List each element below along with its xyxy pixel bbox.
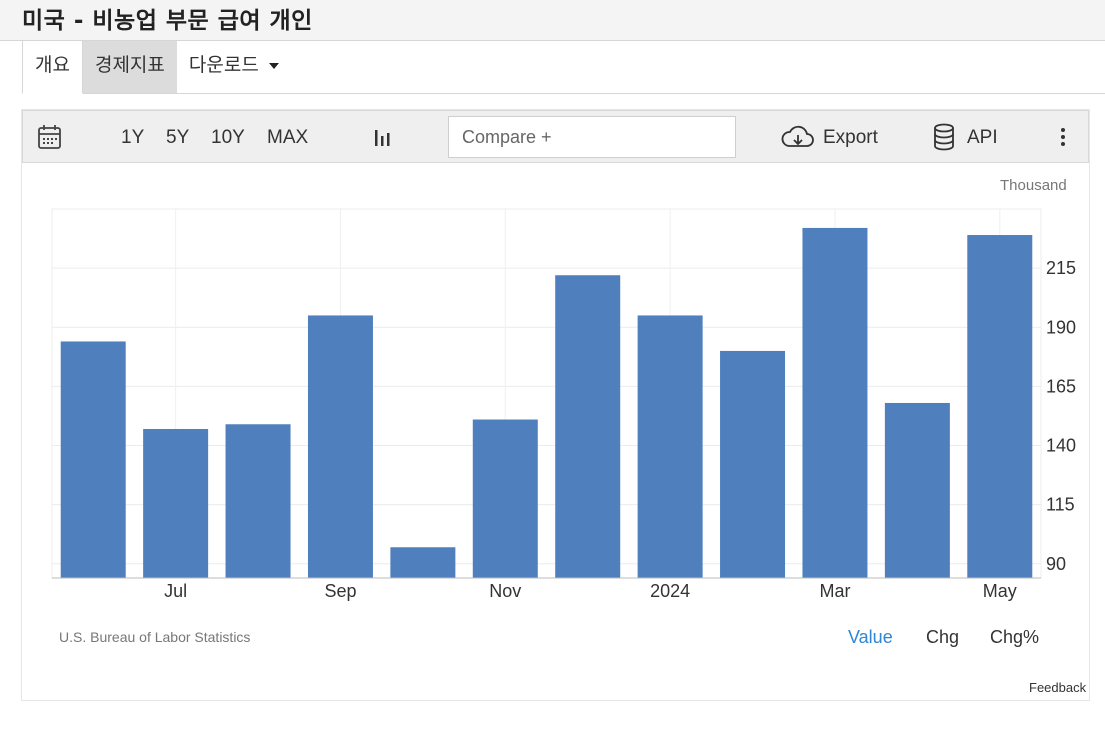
database-icon[interactable] xyxy=(932,111,956,164)
tab-download-label: 다운로드 xyxy=(188,54,259,76)
view-value-button[interactable]: Value xyxy=(848,627,893,648)
tab-bar: 개요 경제지표 다운로드 xyxy=(22,41,1105,94)
tab-download[interactable]: 다운로드 xyxy=(177,41,291,93)
chart-toolbar: 1Y 5Y 10Y MAX Compare + Export API xyxy=(22,110,1089,163)
compare-input[interactable]: Compare + xyxy=(448,116,736,158)
unit-label: Thousand xyxy=(1000,177,1067,194)
feedback-link[interactable]: Feedback xyxy=(1029,680,1086,695)
more-options-icon[interactable] xyxy=(1059,111,1067,164)
range-max-button[interactable]: MAX xyxy=(267,111,308,164)
cloud-download-icon[interactable] xyxy=(781,111,815,164)
range-10y-button[interactable]: 10Y xyxy=(211,111,245,164)
view-change-percent-button[interactable]: Chg% xyxy=(990,627,1039,648)
range-1y-button[interactable]: 1Y xyxy=(121,111,144,164)
source-label: U.S. Bureau of Labor Statistics xyxy=(59,629,251,645)
calendar-icon[interactable] xyxy=(37,111,63,164)
export-button[interactable]: Export xyxy=(823,111,878,164)
page-title: 미국 - 비농업 부문 급여 개인 xyxy=(22,8,313,34)
api-button[interactable]: API xyxy=(967,111,998,164)
chart-panel xyxy=(21,109,1090,701)
view-change-button[interactable]: Chg xyxy=(926,627,959,648)
caret-down-icon xyxy=(268,62,279,69)
tab-indicators[interactable]: 경제지표 xyxy=(82,41,177,93)
tab-overview[interactable]: 개요 xyxy=(22,41,83,94)
bar-chart-icon[interactable] xyxy=(373,111,393,164)
range-5y-button[interactable]: 5Y xyxy=(166,111,189,164)
title-bar: 미국 - 비농업 부문 급여 개인 xyxy=(0,0,1105,41)
